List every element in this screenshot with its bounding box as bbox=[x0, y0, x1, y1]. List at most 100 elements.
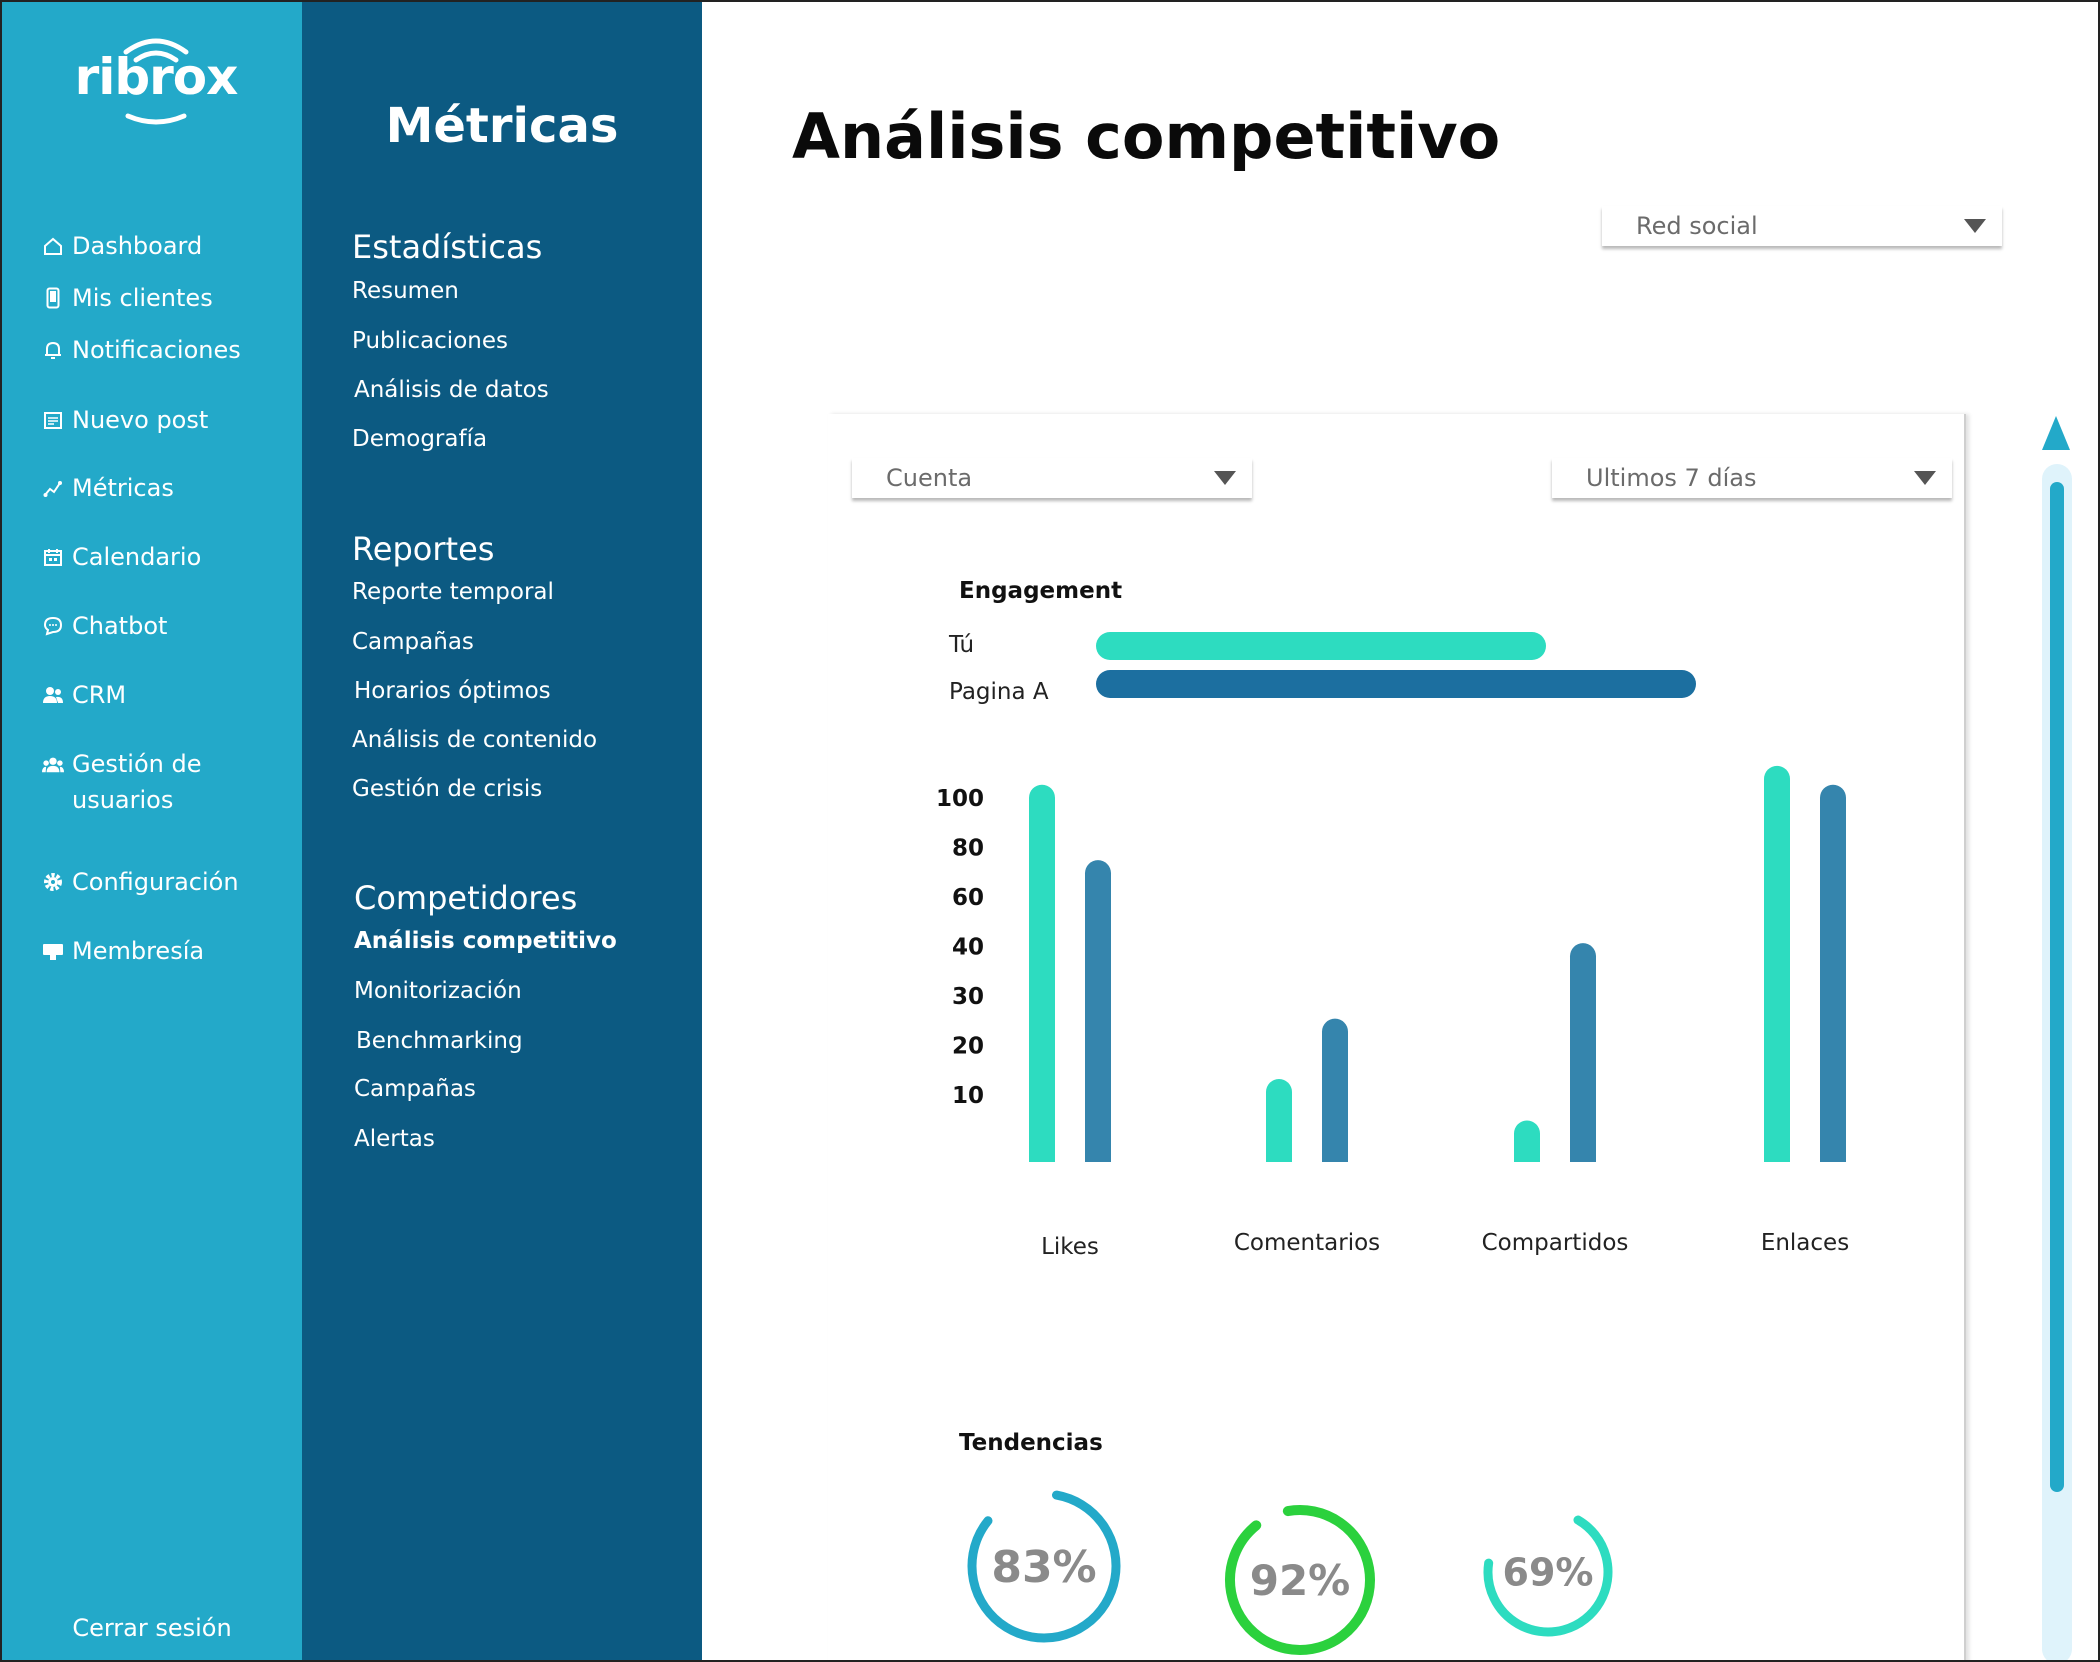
y-tick-label: 100 bbox=[936, 786, 984, 812]
sidebar-item-label: CRM bbox=[72, 681, 127, 709]
bell-icon bbox=[42, 332, 64, 368]
sidebar-item-label: Notificaciones bbox=[72, 336, 241, 364]
subnav-item-resumen[interactable]: Resumen bbox=[352, 278, 459, 304]
subnav-item-benchmarking[interactable]: Benchmarking bbox=[356, 1028, 523, 1054]
bar-enlaces-series-1 bbox=[1764, 765, 1790, 1162]
y-tick-label: 10 bbox=[952, 1083, 984, 1109]
sidebar-item-membresia[interactable]: Membresía bbox=[42, 933, 204, 969]
section-reportes: Reportes bbox=[352, 530, 495, 568]
engagement-bar-pagina-a bbox=[1096, 670, 1696, 698]
sidebar-item-notificaciones[interactable]: Notificaciones bbox=[42, 332, 241, 368]
subnav-title: Métricas bbox=[385, 98, 619, 154]
trend-gauge-2: 92% bbox=[1220, 1500, 1380, 1660]
subnav-item-analisis-datos[interactable]: Análisis de datos bbox=[354, 377, 549, 403]
gauge-ring: 83% bbox=[967, 1489, 1121, 1643]
gauge-ring: 69% bbox=[1483, 1507, 1613, 1637]
y-tick-label: 30 bbox=[952, 984, 984, 1010]
sidebar-item-label: Mis clientes bbox=[72, 284, 213, 312]
membership-icon bbox=[42, 933, 64, 969]
x-category-label: Likes bbox=[1041, 1234, 1099, 1260]
bar-likes-series-1 bbox=[1029, 784, 1055, 1162]
sidebar-item-chatbot[interactable]: Chatbot bbox=[42, 608, 167, 644]
bar-compartidos-series-1 bbox=[1514, 1120, 1540, 1162]
subnav-item-monitorizacion[interactable]: Monitorización bbox=[354, 978, 522, 1004]
metrics-bar-chart: 100 80 60 40 30 20 10 Likes Comentarios Compartid… bbox=[936, 765, 1849, 1260]
gauge-value-label: 83% bbox=[991, 1542, 1096, 1593]
logout-button[interactable]: Cerrar sesión bbox=[2, 1614, 302, 1642]
sidebar-item-dashboard[interactable]: Dashboard bbox=[42, 228, 202, 264]
gauge-value-label: 69% bbox=[1503, 1551, 1594, 1595]
sidebar-item-configuracion[interactable]: Configuración bbox=[42, 864, 239, 900]
chevron-down-icon bbox=[1214, 471, 1236, 485]
app-window: ribrox Dashboard Mis clientes Notificaci… bbox=[0, 0, 2100, 1662]
section-estadisticas: Estadísticas bbox=[352, 228, 543, 266]
page-title: Análisis competitivo bbox=[792, 100, 1501, 173]
period-select[interactable]: Ultimos 7 días bbox=[1552, 458, 1952, 498]
engagement-bar-tu bbox=[1096, 632, 1546, 660]
subnav-item-gestion-crisis[interactable]: Gestión de crisis bbox=[352, 776, 542, 802]
sidebar-item-crm[interactable]: CRM bbox=[42, 677, 126, 713]
sidebar-item-metricas[interactable]: Métricas bbox=[42, 470, 174, 506]
scrollbar-thumb[interactable] bbox=[2050, 482, 2064, 1492]
sidebar-item-nuevo-post[interactable]: Nuevo post bbox=[42, 402, 208, 438]
sidebar-item-label: Nuevo post bbox=[72, 406, 209, 434]
gauge-ring: 92% bbox=[1225, 1505, 1375, 1655]
sidebar-item-label: Gestión de usuarios bbox=[72, 746, 201, 818]
section-competidores: Competidores bbox=[354, 879, 578, 917]
subnav-item-demografia[interactable]: Demografía bbox=[352, 426, 487, 452]
sidebar-item-label: Membresía bbox=[72, 937, 205, 965]
engagement-label-pagina-a: Pagina A bbox=[949, 679, 1049, 705]
subnav-item-campanas-competidores[interactable]: Campañas bbox=[354, 1076, 476, 1102]
bar-enlaces-series-2 bbox=[1820, 784, 1846, 1162]
phone-icon bbox=[42, 280, 64, 316]
x-category-label: Comentarios bbox=[1234, 1230, 1380, 1256]
home-icon bbox=[42, 228, 64, 264]
select-value: Red social bbox=[1636, 212, 1758, 240]
y-tick-label: 60 bbox=[952, 885, 984, 911]
ribrox-logo[interactable]: ribrox bbox=[66, 26, 246, 126]
post-icon bbox=[42, 402, 64, 438]
trend-gauge-1: 83% bbox=[964, 1486, 1124, 1650]
subnav-item-analisis-contenido[interactable]: Análisis de contenido bbox=[352, 727, 597, 753]
scroll-up-arrow-icon[interactable] bbox=[2042, 416, 2070, 450]
bar-comentarios-series-2 bbox=[1322, 1018, 1348, 1162]
subnav-item-horarios-optimos[interactable]: Horarios óptimos bbox=[354, 678, 551, 704]
account-select[interactable]: Cuenta bbox=[852, 458, 1252, 498]
chevron-down-icon bbox=[1914, 471, 1936, 485]
subnav-item-alertas[interactable]: Alertas bbox=[354, 1126, 435, 1152]
y-tick-label: 20 bbox=[952, 1034, 984, 1060]
social-network-select[interactable]: Red social bbox=[1602, 206, 2002, 246]
logo-text: ribrox bbox=[74, 48, 239, 106]
sidebar-item-label: Dashboard bbox=[72, 232, 203, 260]
user-management-icon bbox=[42, 746, 64, 782]
y-tick-label: 40 bbox=[952, 935, 984, 961]
engagement-title: Engagement bbox=[959, 578, 1123, 604]
trend-gauge-3: 69% bbox=[1478, 1502, 1618, 1646]
trends-title: Tendencias bbox=[959, 1430, 1103, 1456]
y-tick-label: 80 bbox=[952, 836, 984, 862]
bar-compartidos-series-2 bbox=[1570, 943, 1596, 1162]
chevron-down-icon bbox=[1964, 219, 1986, 233]
subnav-item-reporte-temporal[interactable]: Reporte temporal bbox=[352, 579, 554, 605]
subnav-item-analisis-competitivo[interactable]: Análisis competitivo bbox=[354, 928, 617, 954]
calendar-icon bbox=[42, 539, 64, 575]
sidebar-item-gestion-usuarios[interactable]: Gestión de usuarios bbox=[42, 746, 201, 818]
sidebar-item-label-line1: Gestión de bbox=[72, 750, 202, 778]
bar-likes-series-2 bbox=[1085, 860, 1111, 1162]
select-value: Cuenta bbox=[886, 464, 973, 492]
gauge-value-label: 92% bbox=[1250, 1556, 1351, 1605]
sidebar-item-label: Chatbot bbox=[72, 612, 168, 640]
sidebar-item-label: Configuración bbox=[72, 868, 239, 896]
subnav-item-publicaciones[interactable]: Publicaciones bbox=[352, 328, 508, 354]
sidebar-item-calendario[interactable]: Calendario bbox=[42, 539, 201, 575]
sidebar-item-mis-clientes[interactable]: Mis clientes bbox=[42, 280, 213, 316]
select-value: Ultimos 7 días bbox=[1586, 464, 1757, 492]
sidebar-item-label: Métricas bbox=[72, 474, 174, 502]
metrics-subnav: Métricas Estadísticas Resumen Publicacio… bbox=[302, 2, 702, 1660]
subnav-item-campanas[interactable]: Campañas bbox=[352, 629, 474, 655]
primary-sidebar: ribrox Dashboard Mis clientes Notificaci… bbox=[2, 2, 302, 1660]
gear-icon bbox=[42, 864, 64, 900]
x-category-label: Enlaces bbox=[1761, 1230, 1849, 1256]
bar-comentarios-series-1 bbox=[1266, 1079, 1292, 1162]
metrics-icon bbox=[42, 470, 64, 506]
